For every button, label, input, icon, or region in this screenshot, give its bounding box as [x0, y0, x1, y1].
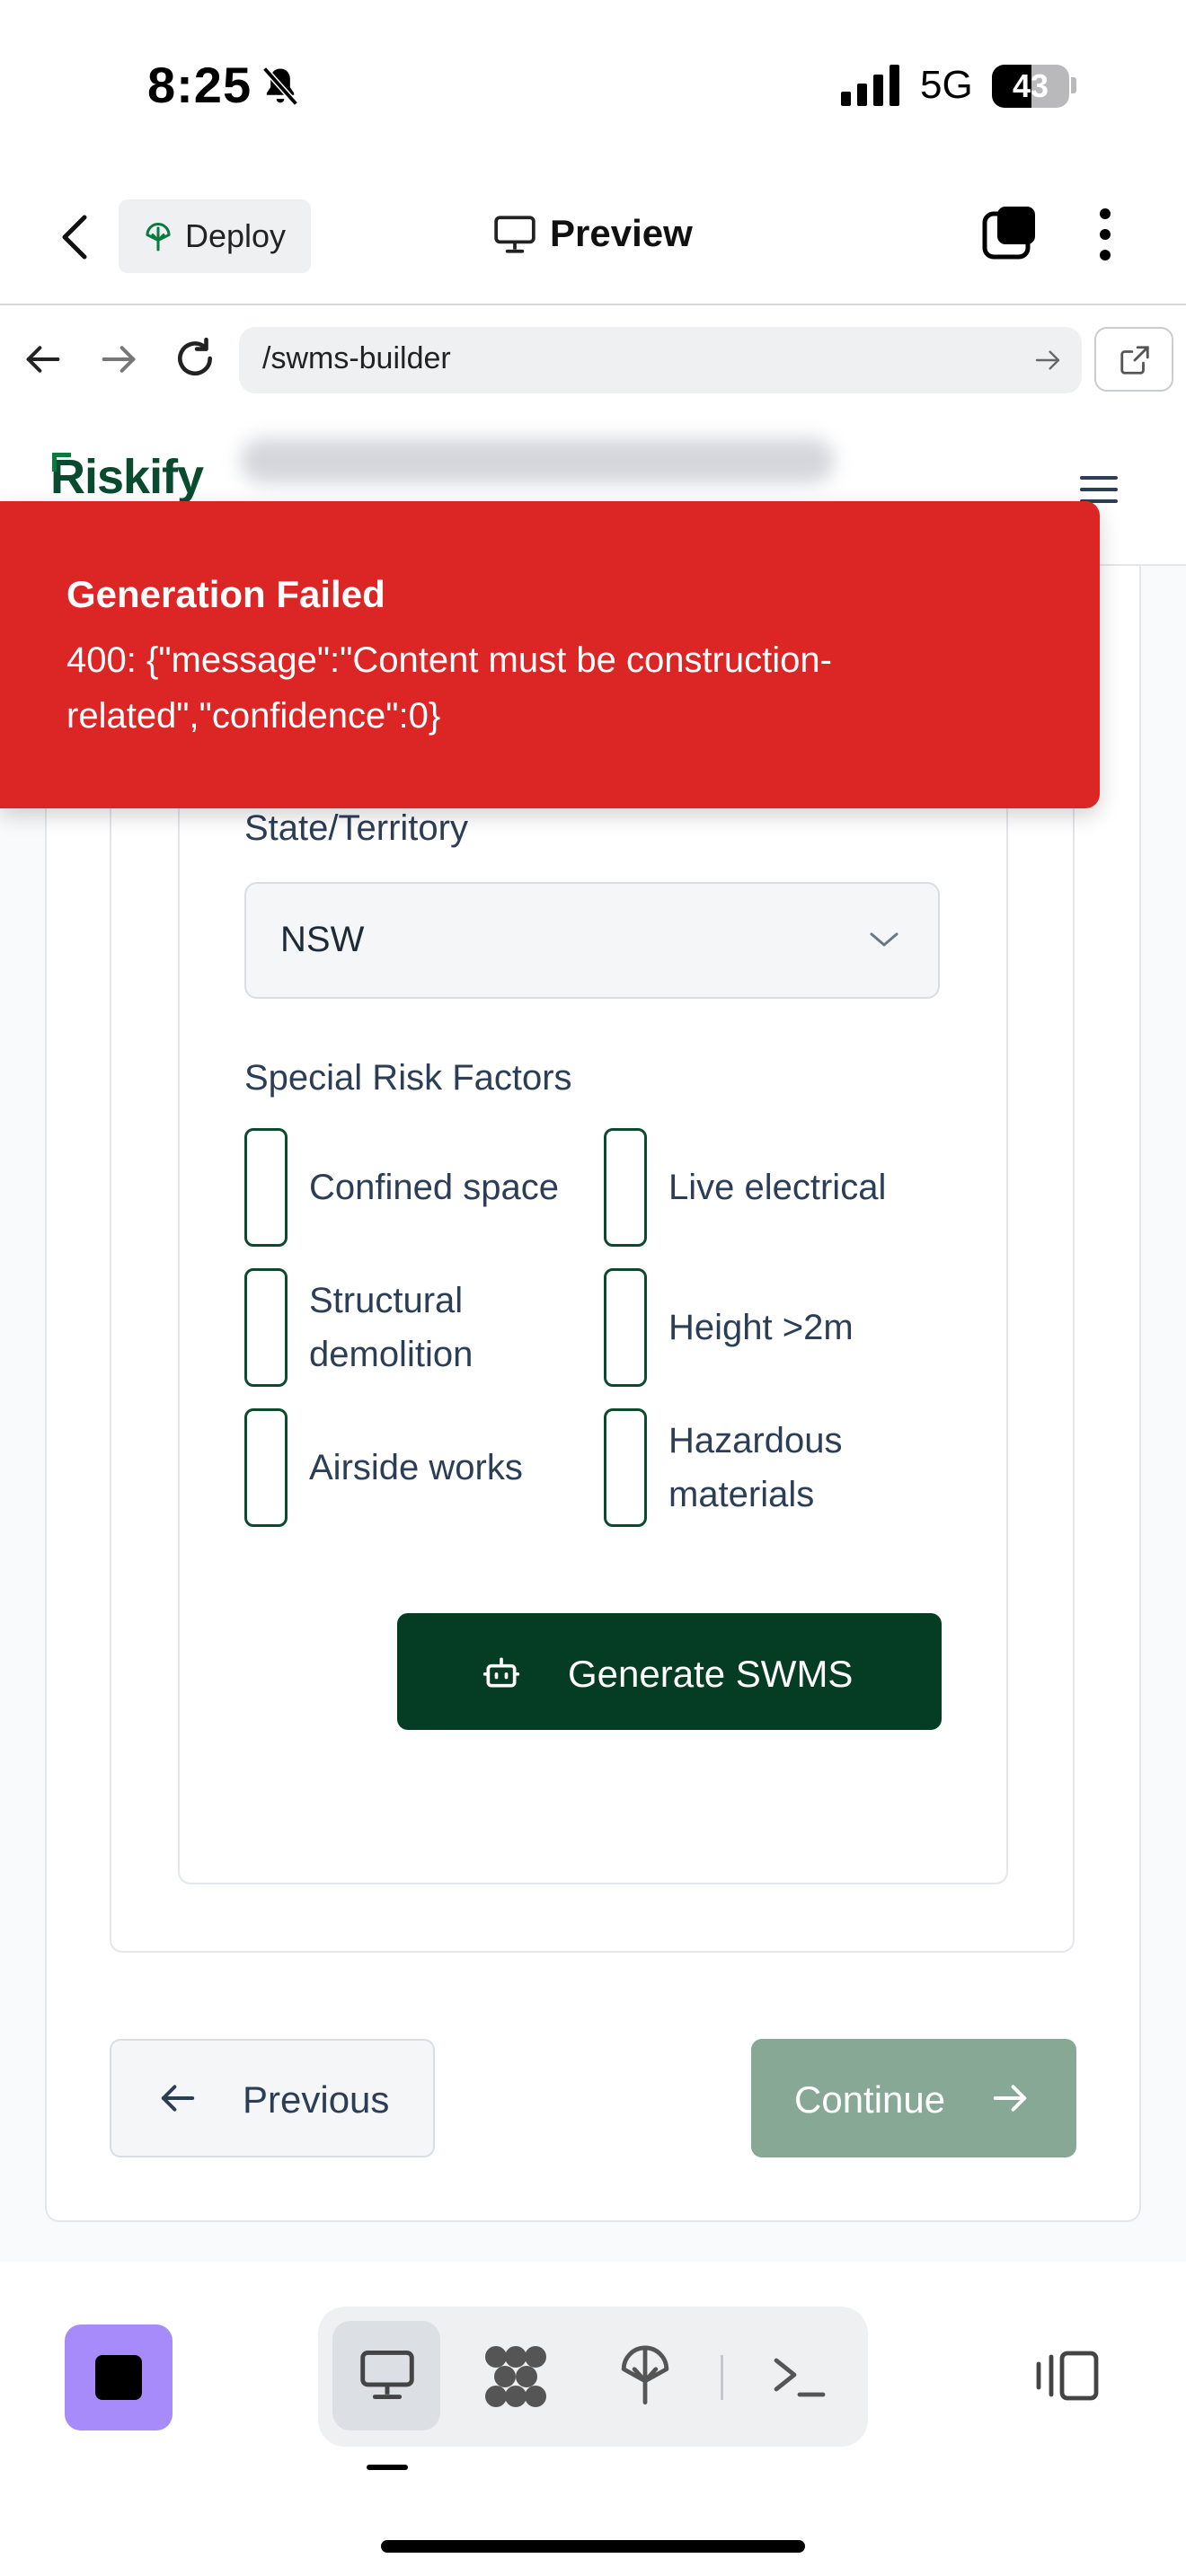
toast-title: Generation Failed: [66, 573, 385, 615]
risk-label-airside-works: Airside works: [309, 1448, 523, 1487]
terminal-icon[interactable]: [771, 2350, 828, 2404]
risk-factors-label: Special Risk Factors: [244, 1058, 572, 1098]
network-label: 5G: [920, 63, 973, 107]
risk-label-structural-demolition: Structural demolition: [309, 1281, 474, 1374]
checkbox-structural-demolition[interactable]: [244, 1268, 288, 1387]
monitor-icon: [494, 216, 535, 253]
home-indicator: [381, 2540, 805, 2553]
toolbar-divider: [721, 2355, 723, 2400]
url-text: /swms-builder: [262, 341, 451, 375]
toast-message: 400: {"message":"Content must be constru…: [66, 640, 832, 736]
logo-mark: [52, 453, 71, 472]
panel-layout-icon[interactable]: [1035, 2348, 1100, 2404]
arrow-right-icon: [993, 2085, 1027, 2112]
preview-title: Preview: [550, 212, 693, 254]
hamburger-menu-icon[interactable]: [1080, 474, 1118, 505]
more-vertical-icon[interactable]: [1094, 207, 1116, 262]
checkbox-hazardous-materials[interactable]: [604, 1408, 647, 1527]
replit-agent-icon[interactable]: [482, 2344, 550, 2409]
checkbox-live-electrical[interactable]: [604, 1128, 647, 1247]
risk-label-confined-space: Confined space: [309, 1168, 559, 1207]
header-divider: [0, 304, 1186, 305]
state-select-value: NSW: [280, 920, 365, 959]
bot-icon: [482, 1657, 520, 1688]
risk-label-hazardous-materials: Hazardous materials: [668, 1421, 843, 1514]
reload-icon[interactable]: [173, 336, 217, 381]
state-label: State/Territory: [244, 808, 468, 848]
active-tab-indicator: [367, 2465, 408, 2470]
browser-back-icon[interactable]: [23, 341, 63, 377]
status-time: 8:25: [147, 57, 252, 113]
signal-icon: [841, 65, 899, 106]
risk-label-height: Height >2m: [668, 1308, 854, 1347]
arrow-left-icon: [161, 2085, 195, 2112]
battery-icon: 43: [992, 65, 1069, 108]
desktop-preview-icon: [360, 2351, 414, 2399]
checkbox-height[interactable]: [604, 1268, 647, 1387]
page-title-blurred: [241, 438, 834, 483]
bell-muted-icon: [262, 66, 298, 106]
generate-swms-label: Generate SWMS: [568, 1653, 854, 1695]
checkbox-airside-works[interactable]: [244, 1408, 288, 1527]
continue-label: Continue: [794, 2078, 946, 2121]
go-arrow-icon[interactable]: [1033, 347, 1062, 374]
deployments-icon[interactable]: [616, 2341, 674, 2407]
stop-icon: [95, 2355, 142, 2400]
riskify-logo[interactable]: Riskify: [50, 449, 204, 505]
deploy-icon: [146, 223, 171, 251]
battery-level: 43: [1012, 67, 1049, 104]
battery-cap: [1071, 77, 1076, 93]
chevron-down-icon: [870, 932, 898, 947]
deploy-label: Deploy: [185, 217, 287, 254]
external-link-icon: [1120, 346, 1149, 375]
risk-label-live-electrical: Live electrical: [668, 1168, 887, 1207]
back-chevron-icon[interactable]: [56, 212, 95, 262]
browser-forward-icon[interactable]: [99, 341, 138, 377]
tabs-icon[interactable]: [981, 205, 1039, 262]
checkbox-confined-space[interactable]: [244, 1128, 288, 1247]
previous-label: Previous: [243, 2078, 390, 2121]
